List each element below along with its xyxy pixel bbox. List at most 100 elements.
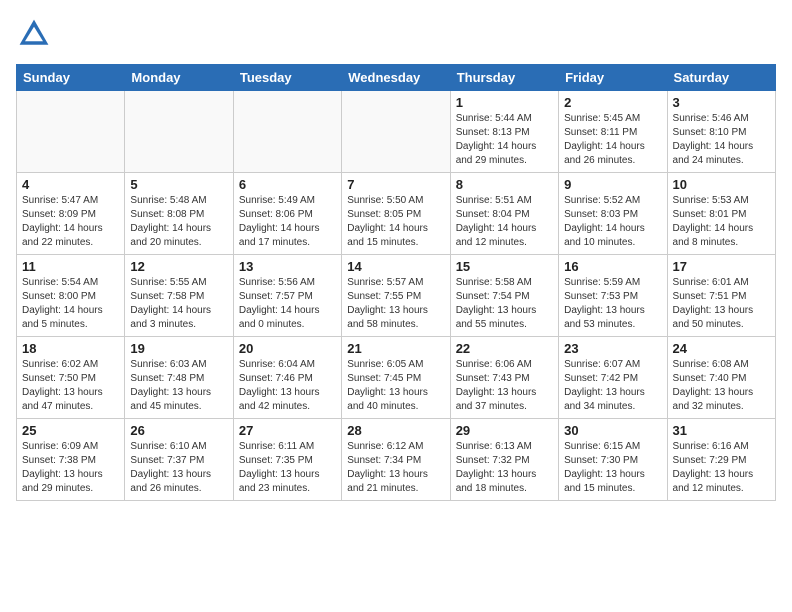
calendar-day: 2Sunrise: 5:45 AMSunset: 8:11 PMDaylight…	[559, 91, 667, 173]
day-info: Sunrise: 6:10 AMSunset: 7:37 PMDaylight:…	[130, 440, 227, 496]
calendar-day: 20Sunrise: 6:04 AMSunset: 7:46 PMDayligh…	[233, 337, 341, 419]
day-info: Sunrise: 6:11 AMSunset: 7:35 PMDaylight:…	[239, 440, 336, 496]
calendar-day: 25 Sunrise: 6:09 AMSunset: 7:38 PMDayligh…	[17, 419, 125, 501]
calendar-day: 28 Sunrise: 6:12 AMSunset: 7:34 PMDayligh…	[342, 419, 450, 501]
calendar-day: 27 Sunrise: 6:11 AMSunset: 7:35 PMDayligh…	[233, 419, 341, 501]
day-info: Sunrise: 6:04 AMSunset: 7:46 PMDaylight:…	[239, 358, 336, 414]
day-number: 15	[456, 259, 553, 274]
logo	[16, 16, 56, 52]
weekday-header-saturday: Saturday	[667, 65, 775, 91]
calendar-day: 11Sunrise: 5:54 AMSunset: 8:00 PMDayligh…	[17, 255, 125, 337]
calendar-week-5: 25 Sunrise: 6:09 AMSunset: 7:38 PMDayligh…	[17, 419, 776, 501]
calendar-day: 24 Sunrise: 6:08 AMSunset: 7:40 PMDayligh…	[667, 337, 775, 419]
calendar-day: 10 Sunrise: 5:53 AMSunset: 8:01 PMDayligh…	[667, 173, 775, 255]
calendar-day	[17, 91, 125, 173]
day-info: Sunrise: 6:12 AMSunset: 7:34 PMDaylight:…	[347, 440, 444, 496]
day-info: Sunrise: 5:49 AMSunset: 8:06 PMDaylight:…	[239, 194, 336, 250]
day-number: 16	[564, 259, 661, 274]
day-info: Sunrise: 5:44 AMSunset: 8:13 PMDaylight:…	[456, 112, 553, 168]
day-number: 25	[22, 423, 119, 438]
day-info: Sunrise: 6:15 AMSunset: 7:30 PMDaylight:…	[564, 440, 661, 496]
day-info: Sunrise: 5:56 AMSunset: 7:57 PMDaylight:…	[239, 276, 336, 332]
calendar-day: 30 Sunrise: 6:15 AMSunset: 7:30 PMDayligh…	[559, 419, 667, 501]
calendar-day: 26 Sunrise: 6:10 AMSunset: 7:37 PMDayligh…	[125, 419, 233, 501]
calendar-day: 15 Sunrise: 5:58 AMSunset: 7:54 PMDayligh…	[450, 255, 558, 337]
logo-icon	[16, 16, 52, 52]
weekday-header-monday: Monday	[125, 65, 233, 91]
day-number: 24	[673, 341, 770, 356]
day-number: 7	[347, 177, 444, 192]
day-info: Sunrise: 6:07 AMSunset: 7:42 PMDaylight:…	[564, 358, 661, 414]
day-number: 4	[22, 177, 119, 192]
calendar-day	[233, 91, 341, 173]
day-number: 31	[673, 423, 770, 438]
calendar-week-2: 4 Sunrise: 5:47 AMSunset: 8:09 PMDaylight…	[17, 173, 776, 255]
day-info: Sunrise: 6:09 AMSunset: 7:38 PMDaylight:…	[22, 440, 119, 496]
day-number: 6	[239, 177, 336, 192]
weekday-header-row: SundayMondayTuesdayWednesdayThursdayFrid…	[17, 65, 776, 91]
calendar-table: SundayMondayTuesdayWednesdayThursdayFrid…	[16, 64, 776, 501]
day-info: Sunrise: 5:51 AMSunset: 8:04 PMDaylight:…	[456, 194, 553, 250]
day-number: 17	[673, 259, 770, 274]
calendar-week-4: 18Sunrise: 6:02 AMSunset: 7:50 PMDayligh…	[17, 337, 776, 419]
calendar-day: 22Sunrise: 6:06 AMSunset: 7:43 PMDayligh…	[450, 337, 558, 419]
weekday-header-wednesday: Wednesday	[342, 65, 450, 91]
calendar-day: 8Sunrise: 5:51 AMSunset: 8:04 PMDaylight…	[450, 173, 558, 255]
calendar-header: SundayMondayTuesdayWednesdayThursdayFrid…	[17, 65, 776, 91]
calendar-day: 7Sunrise: 5:50 AMSunset: 8:05 PMDaylight…	[342, 173, 450, 255]
calendar-day: 14Sunrise: 5:57 AMSunset: 7:55 PMDayligh…	[342, 255, 450, 337]
day-info: Sunrise: 5:53 AMSunset: 8:01 PMDaylight:…	[673, 194, 770, 250]
day-number: 1	[456, 95, 553, 110]
day-info: Sunrise: 6:01 AMSunset: 7:51 PMDaylight:…	[673, 276, 770, 332]
day-info: Sunrise: 6:13 AMSunset: 7:32 PMDaylight:…	[456, 440, 553, 496]
day-info: Sunrise: 5:54 AMSunset: 8:00 PMDaylight:…	[22, 276, 119, 332]
weekday-header-tuesday: Tuesday	[233, 65, 341, 91]
day-info: Sunrise: 6:08 AMSunset: 7:40 PMDaylight:…	[673, 358, 770, 414]
day-info: Sunrise: 5:48 AMSunset: 8:08 PMDaylight:…	[130, 194, 227, 250]
day-number: 21	[347, 341, 444, 356]
day-info: Sunrise: 5:59 AMSunset: 7:53 PMDaylight:…	[564, 276, 661, 332]
calendar-day: 18Sunrise: 6:02 AMSunset: 7:50 PMDayligh…	[17, 337, 125, 419]
calendar-day	[125, 91, 233, 173]
day-number: 30	[564, 423, 661, 438]
day-info: Sunrise: 5:47 AMSunset: 8:09 PMDaylight:…	[22, 194, 119, 250]
page-header	[16, 16, 776, 52]
day-number: 3	[673, 95, 770, 110]
day-number: 10	[673, 177, 770, 192]
weekday-header-friday: Friday	[559, 65, 667, 91]
day-number: 28	[347, 423, 444, 438]
calendar-day: 19 Sunrise: 6:03 AMSunset: 7:48 PMDayligh…	[125, 337, 233, 419]
weekday-header-thursday: Thursday	[450, 65, 558, 91]
day-info: Sunrise: 6:16 AMSunset: 7:29 PMDaylight:…	[673, 440, 770, 496]
calendar-week-1: 1 Sunrise: 5:44 AMSunset: 8:13 PMDaylight…	[17, 91, 776, 173]
day-number: 19	[130, 341, 227, 356]
calendar-day: 1 Sunrise: 5:44 AMSunset: 8:13 PMDaylight…	[450, 91, 558, 173]
calendar-day: 21 Sunrise: 6:05 AMSunset: 7:45 PMDayligh…	[342, 337, 450, 419]
day-number: 9	[564, 177, 661, 192]
calendar-day: 17 Sunrise: 6:01 AMSunset: 7:51 PMDayligh…	[667, 255, 775, 337]
day-number: 2	[564, 95, 661, 110]
page-container: SundayMondayTuesdayWednesdayThursdayFrid…	[0, 0, 792, 509]
day-info: Sunrise: 5:58 AMSunset: 7:54 PMDaylight:…	[456, 276, 553, 332]
day-number: 29	[456, 423, 553, 438]
day-info: Sunrise: 5:52 AMSunset: 8:03 PMDaylight:…	[564, 194, 661, 250]
day-number: 12	[130, 259, 227, 274]
day-info: Sunrise: 5:55 AMSunset: 7:58 PMDaylight:…	[130, 276, 227, 332]
day-number: 18	[22, 341, 119, 356]
calendar-day: 29 Sunrise: 6:13 AMSunset: 7:32 PMDayligh…	[450, 419, 558, 501]
day-info: Sunrise: 5:46 AMSunset: 8:10 PMDaylight:…	[673, 112, 770, 168]
day-number: 27	[239, 423, 336, 438]
calendar-day: 5 Sunrise: 5:48 AMSunset: 8:08 PMDaylight…	[125, 173, 233, 255]
calendar-day: 4 Sunrise: 5:47 AMSunset: 8:09 PMDaylight…	[17, 173, 125, 255]
day-number: 13	[239, 259, 336, 274]
day-info: Sunrise: 6:05 AMSunset: 7:45 PMDaylight:…	[347, 358, 444, 414]
day-number: 5	[130, 177, 227, 192]
calendar-day	[342, 91, 450, 173]
calendar-day: 9 Sunrise: 5:52 AMSunset: 8:03 PMDaylight…	[559, 173, 667, 255]
calendar-day: 13 Sunrise: 5:56 AMSunset: 7:57 PMDayligh…	[233, 255, 341, 337]
day-info: Sunrise: 5:57 AMSunset: 7:55 PMDaylight:…	[347, 276, 444, 332]
day-info: Sunrise: 6:03 AMSunset: 7:48 PMDaylight:…	[130, 358, 227, 414]
calendar-day: 3 Sunrise: 5:46 AMSunset: 8:10 PMDaylight…	[667, 91, 775, 173]
day-number: 26	[130, 423, 227, 438]
calendar-day: 6 Sunrise: 5:49 AMSunset: 8:06 PMDaylight…	[233, 173, 341, 255]
